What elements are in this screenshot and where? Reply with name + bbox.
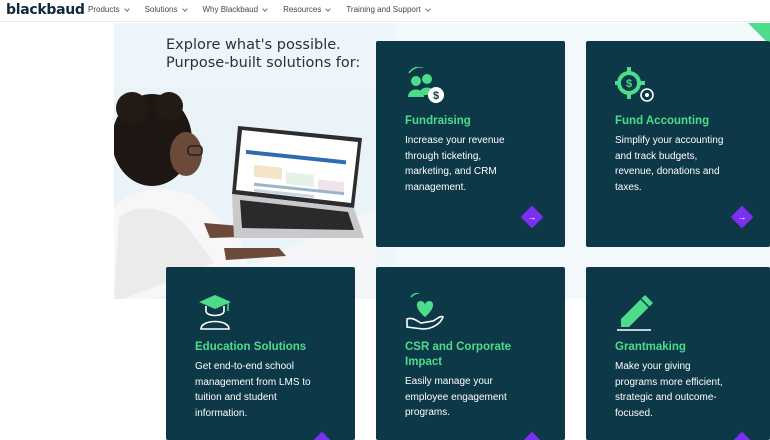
card-desc-line: Increase your revenue [405,135,505,146]
nav-resources[interactable]: Resources [283,5,332,14]
card-desc-line: strategic and outcome- [615,392,717,403]
gear-dollar-icon: $ [613,67,659,112]
card-arrow-button[interactable]: → [520,205,544,229]
nav-training-support[interactable]: Training and Support [346,5,431,14]
chevron-down-icon [123,5,130,12]
card-title-line: Impact [405,356,443,368]
card-desc-line: employee engagement [405,391,507,403]
hand-heart-icon [405,292,445,336]
card-arrow-button[interactable]: → [520,431,544,440]
hero-line-2: Purpose-built solutions for: [166,55,361,71]
card-title: Fundraising [405,115,471,127]
card-fundraising[interactable]: $ Fundraising Increase your revenue thro… [376,41,565,247]
card-desc-line: management from LMS to [195,376,311,388]
site-header: blackbaud Products Solutions Why Blackba… [0,0,770,22]
svg-text:$: $ [626,78,632,90]
card-description: Make your giving programs more efficient… [615,359,723,421]
card-desc-line: Get end-to-end school [195,361,294,372]
card-desc-line: management. [405,181,467,193]
card-desc-line: taxes. [615,181,642,193]
card-desc-line: marketing, and CRM [405,166,497,177]
card-desc-line: Easily manage your [405,376,493,387]
nav-products[interactable]: Products [88,5,130,14]
pencil-icon [615,293,655,336]
card-arrow-button[interactable]: → [730,431,754,440]
card-desc-line: Simplify your accounting [615,135,724,146]
card-title: Grantmaking [615,341,686,353]
chevron-down-icon [424,5,431,12]
fundraising-people-dollar-icon: $ [405,66,449,112]
card-desc-line: and track budgets, [615,150,698,162]
card-title: Fund Accounting [615,115,710,127]
card-education-solutions[interactable]: Education Solutions Get end-to-end schoo… [166,267,355,440]
card-title-line: CSR and Corporate [405,341,512,353]
svg-text:$: $ [433,90,439,102]
nav-label: Products [88,5,120,14]
card-title: Education Solutions [195,341,307,353]
card-title: CSR and Corporate Impact [405,340,511,370]
card-desc-line: programs. [405,407,451,418]
brand-logo[interactable]: blackbaud [6,2,85,18]
nav-why-blackbaud[interactable]: Why Blackbaud [203,5,268,14]
chevron-down-icon [262,5,268,12]
nav-label: Resources [283,5,322,14]
card-description: Get end-to-end school management from LM… [195,359,311,421]
arrow-right-icon: → [737,211,747,222]
card-csr-corporate-impact[interactable]: CSR and Corporate Impact Easily manage y… [376,267,565,440]
card-desc-line: programs more efficient, [615,376,723,388]
chevron-down-icon [325,5,332,12]
arrow-right-icon: → [527,211,537,222]
card-desc-line: through ticketing, [405,150,482,162]
card-desc-line: Make your giving [615,361,691,372]
card-desc-line: information. [195,407,248,419]
card-arrow-button[interactable]: → [310,431,334,440]
chevron-down-icon [181,5,188,12]
nav-label: Why Blackbaud [202,5,259,14]
nav-solutions[interactable]: Solutions [144,5,188,14]
nav-label: Solutions [144,5,178,14]
hero-line-1: Explore what's possible. [166,37,341,53]
card-desc-line: focused. [615,407,653,419]
card-description: Increase your revenue through ticketing,… [405,133,505,195]
card-desc-line: tuition and student [195,392,277,403]
nav-label: Training and Support [346,5,421,14]
card-fund-accounting[interactable]: $ Fund Accounting Simplify your accounti… [586,41,770,247]
card-description: Simplify your accounting and track budge… [615,133,723,195]
card-grantmaking[interactable]: Grantmaking Make your giving programs mo… [586,267,770,440]
hero-heading: Explore what's possible. Purpose-built s… [166,36,360,72]
card-desc-line: revenue, donations and [615,166,720,177]
card-arrow-button[interactable]: → [730,205,754,229]
main-nav: Products Solutions Why Blackbaud Resourc… [88,5,446,14]
graduation-cap-icon [195,293,235,336]
card-description: Easily manage your employee engagement p… [405,374,507,421]
